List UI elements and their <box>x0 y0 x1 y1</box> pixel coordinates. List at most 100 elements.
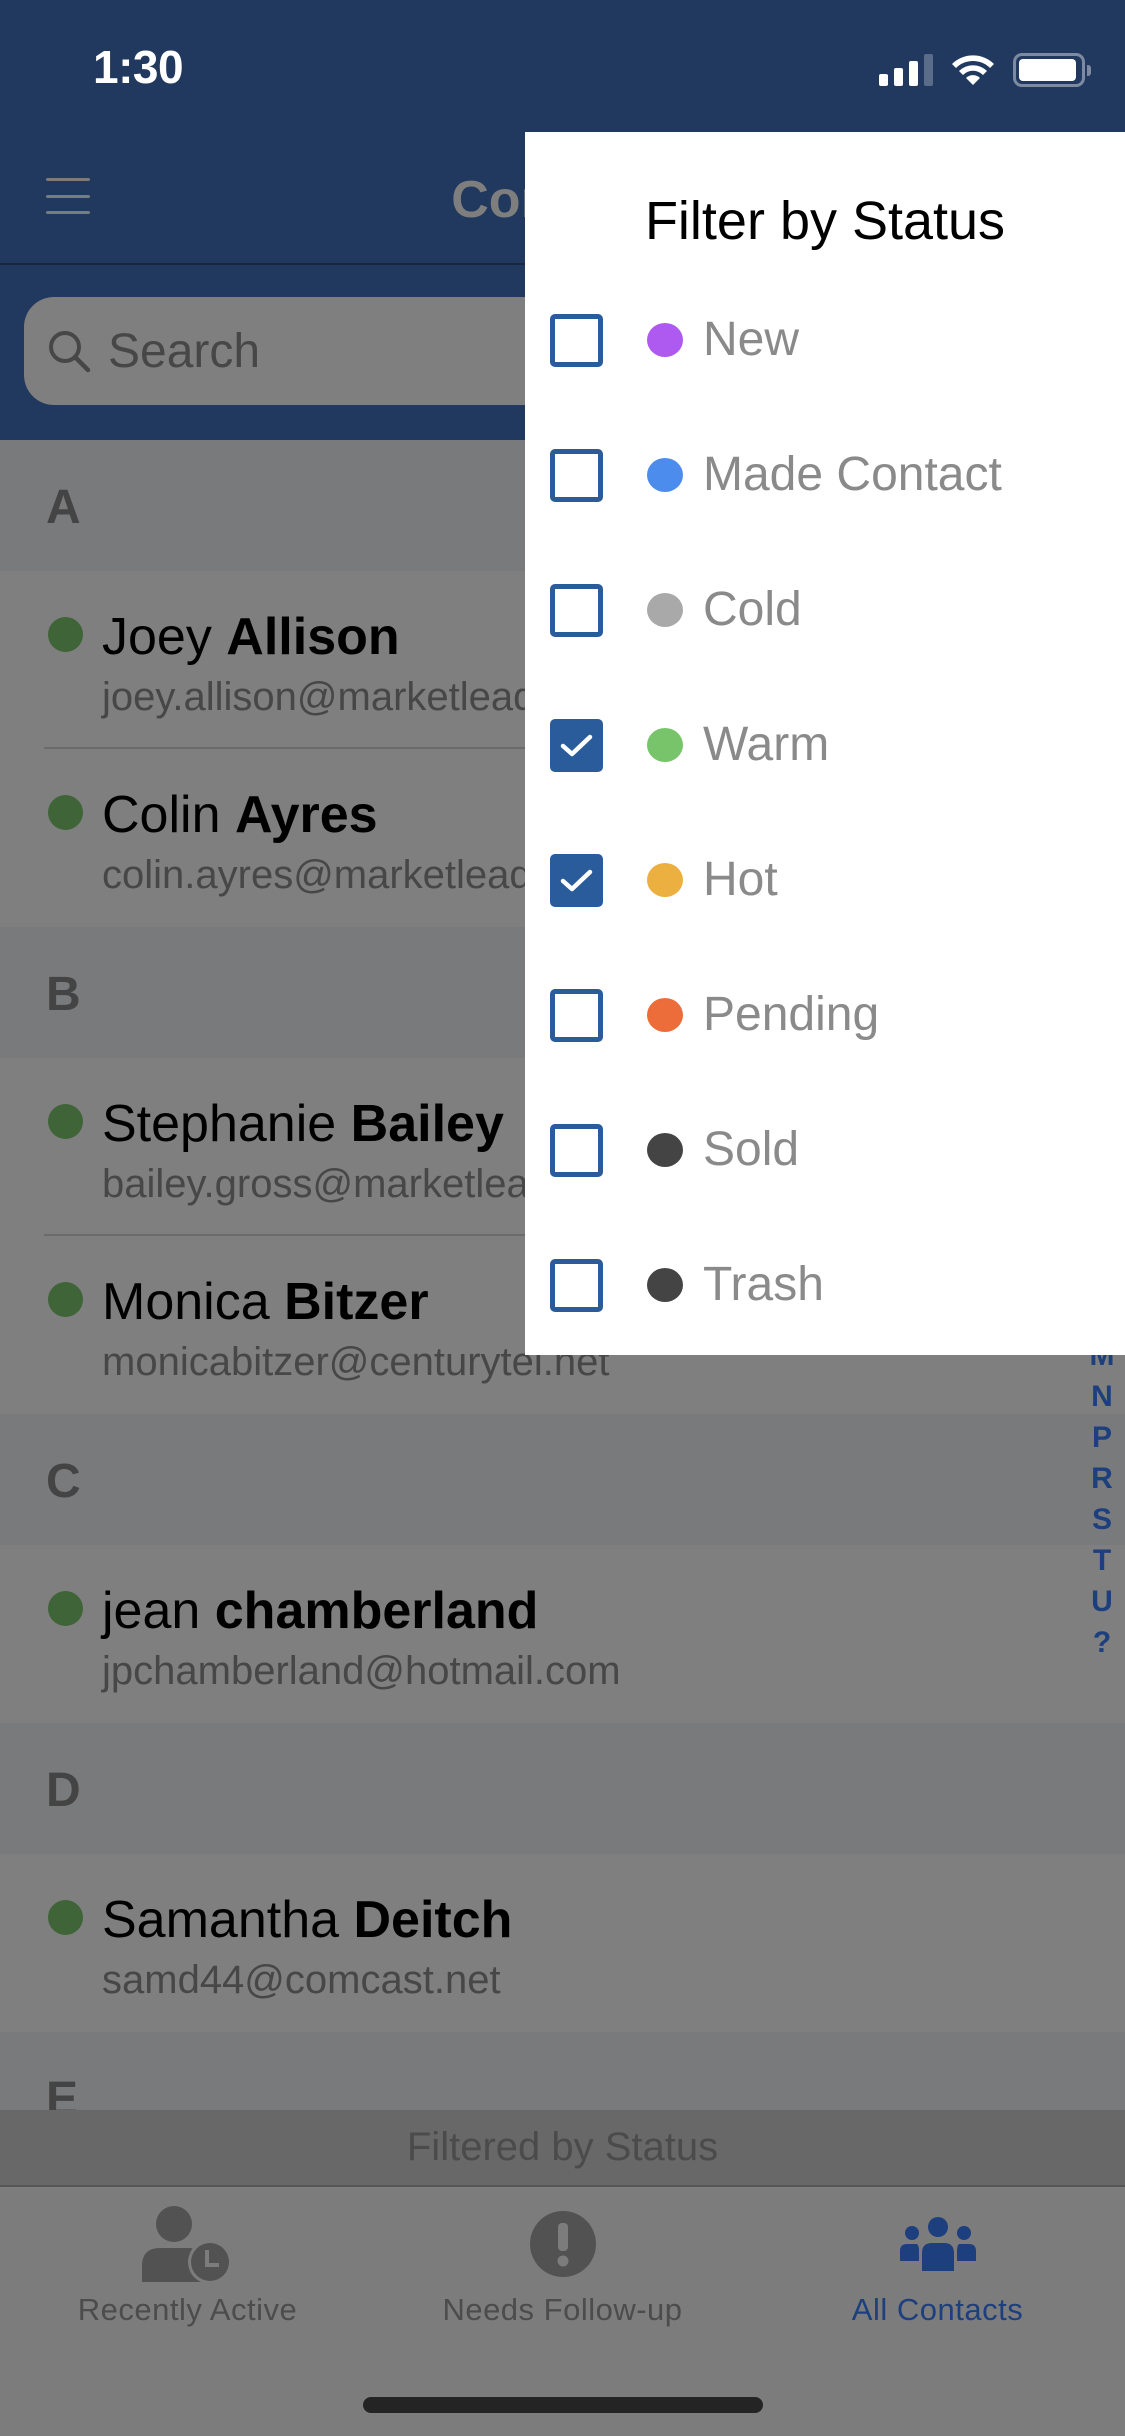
index-letter[interactable]: S <box>1092 1499 1112 1540</box>
filter-option-trash[interactable]: Trash <box>525 1230 1125 1340</box>
index-letter[interactable]: R <box>1091 1458 1113 1499</box>
index-letter[interactable]: N <box>1091 1376 1113 1417</box>
status-color-dot-icon <box>647 998 683 1032</box>
section-letter: B <box>46 968 81 1021</box>
status-dot-icon <box>48 617 83 652</box>
filter-by-status-panel: Filter by Status New Made Contact Cold Warm… <box>525 132 1125 1355</box>
filter-option-label: Sold <box>703 1123 800 1176</box>
checkbox[interactable] <box>550 314 603 367</box>
checkbox[interactable] <box>550 449 603 502</box>
status-color-dot-icon <box>647 863 683 897</box>
tab-label: Recently Active <box>77 2292 298 2327</box>
status-color-dot-icon <box>647 458 683 492</box>
contact-name: Joey Allison <box>102 607 400 667</box>
section-header: C <box>0 1414 1125 1545</box>
section-header: E <box>0 2032 1125 2110</box>
exclamation-circle-icon <box>508 2204 618 2284</box>
contact-last-name: Bailey <box>350 1095 504 1153</box>
section-letter: E <box>46 2073 79 2110</box>
contact-first-name: Colin <box>102 786 221 844</box>
contact-email: jpchamberland@hotmail.com <box>102 1649 621 1693</box>
contact-last-name: Ayres <box>234 786 378 844</box>
filter-option-sold[interactable]: Sold <box>525 1095 1125 1205</box>
status-dot-icon <box>48 1104 83 1139</box>
filter-option-hot[interactable]: Hot <box>525 825 1125 935</box>
checkbox[interactable] <box>550 1259 603 1312</box>
section-index[interactable]: M N P R S T U? <box>1079 1335 1125 1663</box>
status-dot-icon <box>48 1591 83 1626</box>
section-header: D <box>0 1723 1125 1854</box>
filter-option-new[interactable]: New <box>525 285 1125 395</box>
filter-option-label: New <box>703 313 800 366</box>
contact-first-name: Stephanie <box>102 1095 337 1153</box>
checkbox[interactable] <box>550 854 603 907</box>
checkmark-icon <box>560 869 593 892</box>
filter-option-pending[interactable]: Pending <box>525 960 1125 1070</box>
section-letter: D <box>46 1764 81 1817</box>
contact-first-name: Monica <box>102 1273 270 1331</box>
tab-label: Needs Follow-up <box>442 2292 683 2327</box>
checkbox[interactable] <box>550 1124 603 1177</box>
contact-name: Samantha Deitch <box>102 1890 512 1950</box>
index-letter[interactable]: U <box>1091 1581 1113 1622</box>
contact-row[interactable]: jean chamberland jpchamberland@hotmail.co… <box>0 1545 1125 1723</box>
section-letter: C <box>46 1455 81 1508</box>
home-indicator[interactable] <box>363 2397 763 2413</box>
contact-name: Stephanie Bailey <box>102 1094 504 1154</box>
signal-bar <box>924 54 933 86</box>
contact-name: Monica Bitzer <box>102 1272 429 1332</box>
status-dot-icon <box>48 1282 83 1317</box>
user-clock-icon <box>133 2204 243 2284</box>
contact-last-name: Bitzer <box>284 1273 429 1331</box>
status-color-dot-icon <box>647 1268 683 1302</box>
filter-option-label: Pending <box>703 988 880 1041</box>
filter-option-made-contact[interactable]: Made Contact <box>525 420 1125 530</box>
status-color-dot-icon <box>647 1133 683 1167</box>
contact-last-name: Deitch <box>353 1891 513 1949</box>
contact-last-name: Allison <box>226 608 400 666</box>
battery-icon <box>1013 53 1091 87</box>
tab-recently-active[interactable]: Recently Active <box>0 2188 375 2436</box>
filtered-banner: Filtered by Status <box>0 2110 1125 2187</box>
contact-last-name: chamberland <box>214 1582 539 1640</box>
filter-option-cold[interactable]: Cold <box>525 555 1125 665</box>
signal-bar <box>894 68 903 86</box>
contact-first-name: jean <box>102 1582 201 1640</box>
status-dot-icon <box>48 1900 83 1935</box>
signal-bar <box>909 61 918 86</box>
status-color-dot-icon <box>647 323 683 357</box>
index-letter[interactable]: ? <box>1093 1622 1111 1663</box>
status-icons <box>879 50 1091 90</box>
contact-name: Colin Ayres <box>102 785 378 845</box>
status-color-dot-icon <box>647 593 683 627</box>
checkbox[interactable] <box>550 989 603 1042</box>
section-letter: A <box>46 481 81 534</box>
filter-option-label: Cold <box>703 583 802 636</box>
users-icon <box>883 2204 993 2284</box>
tab-all-contacts[interactable]: All Contacts <box>750 2188 1125 2436</box>
filter-title: Filter by Status <box>644 191 1006 251</box>
index-letter[interactable]: T <box>1093 1540 1111 1581</box>
contact-row[interactable]: Samantha Deitch samd44@comcast.net <box>0 1854 1125 2032</box>
filter-option-warm[interactable]: Warm <box>525 690 1125 800</box>
filter-option-label: Made Contact <box>703 448 1002 501</box>
contact-first-name: Joey <box>102 608 212 666</box>
status-dot-icon <box>48 795 83 830</box>
filter-option-label: Hot <box>703 853 778 906</box>
checkbox[interactable] <box>550 584 603 637</box>
wifi-icon <box>952 55 994 85</box>
tab-label: All Contacts <box>851 2292 1024 2327</box>
cellular-signal-icon <box>879 54 933 86</box>
search-icon <box>49 331 91 373</box>
checkbox[interactable] <box>550 719 603 772</box>
filter-option-label: Warm <box>703 718 830 771</box>
contact-first-name: Samantha <box>102 1891 340 1949</box>
contact-email: samd44@comcast.net <box>102 1958 501 2002</box>
filtered-banner-text: Filtered by Status <box>406 2125 719 2169</box>
status-bar: 1:30 <box>0 0 1125 132</box>
contact-name: jean chamberland <box>102 1581 538 1641</box>
status-color-dot-icon <box>647 728 683 762</box>
index-letter[interactable]: P <box>1092 1417 1112 1458</box>
status-time: 1:30 <box>93 41 184 93</box>
filter-option-label: Trash <box>703 1258 824 1311</box>
